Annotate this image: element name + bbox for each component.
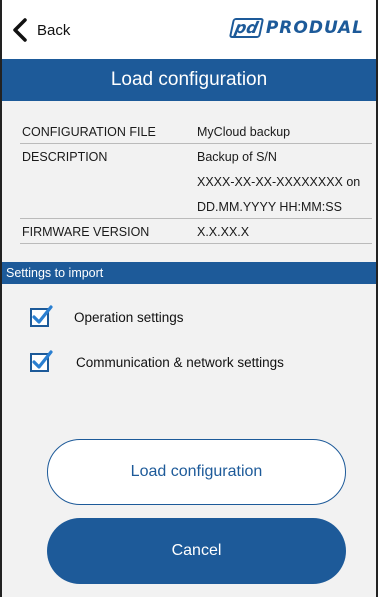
description-line-2: XXXX-XX-XX-XXXXXXXX on (197, 174, 361, 189)
divider (20, 243, 372, 244)
description-line-3: DD.MM.YYYY HH:MM:SS (197, 199, 342, 214)
settings-section-header: Settings to import (0, 262, 378, 284)
checkbox-checked-icon (30, 350, 53, 372)
back-button[interactable]: Back (12, 14, 70, 46)
communication-settings-checkbox[interactable]: Communication & network settings (30, 350, 284, 372)
settings-header-label: Settings to import (6, 266, 104, 280)
page-title-bar: Load configuration (0, 59, 378, 101)
page-title: Load configuration (110, 69, 268, 90)
firmware-row: FIRMWARE VERSION X.X.XX.X (22, 219, 372, 244)
cancel-label: Cancel (171, 542, 222, 559)
description-label: DESCRIPTION (22, 149, 108, 164)
config-file-row: CONFIGURATION FILE MyCloud backup (22, 119, 372, 144)
cancel-button[interactable]: Cancel (47, 518, 346, 584)
operation-settings-checkbox[interactable]: Operation settings (30, 305, 184, 327)
top-bar: Back pd PRODUAL (0, 0, 378, 59)
config-file-label: CONFIGURATION FILE (22, 124, 156, 139)
description-row: DESCRIPTION Backup of S/N (22, 144, 372, 169)
divider (20, 218, 372, 219)
checkbox-checked-icon (30, 305, 53, 327)
divider (20, 143, 372, 144)
logo-mark: pd (228, 18, 264, 38)
operation-settings-label: Operation settings (74, 310, 184, 325)
communication-settings-label: Communication & network settings (76, 355, 284, 370)
load-configuration-button[interactable]: Load configuration (47, 439, 346, 505)
firmware-label: FIRMWARE VERSION (22, 224, 150, 239)
firmware-value: X.X.XX.X (197, 224, 250, 239)
config-info: CONFIGURATION FILE MyCloud backup DESCRI… (22, 119, 372, 244)
chevron-left-icon (13, 18, 27, 42)
load-configuration-label: Load configuration (130, 463, 263, 480)
config-file-value: MyCloud backup (197, 124, 291, 139)
logo-text: PRODUAL (265, 18, 364, 38)
description-row-2: XXXX-XX-XX-XXXXXXXX on (22, 169, 372, 194)
produal-logo: pd PRODUAL (228, 18, 364, 38)
back-label: Back (37, 21, 71, 39)
description-row-3: DD.MM.YYYY HH:MM:SS (22, 194, 372, 219)
description-line-1: Backup of S/N (197, 149, 277, 164)
